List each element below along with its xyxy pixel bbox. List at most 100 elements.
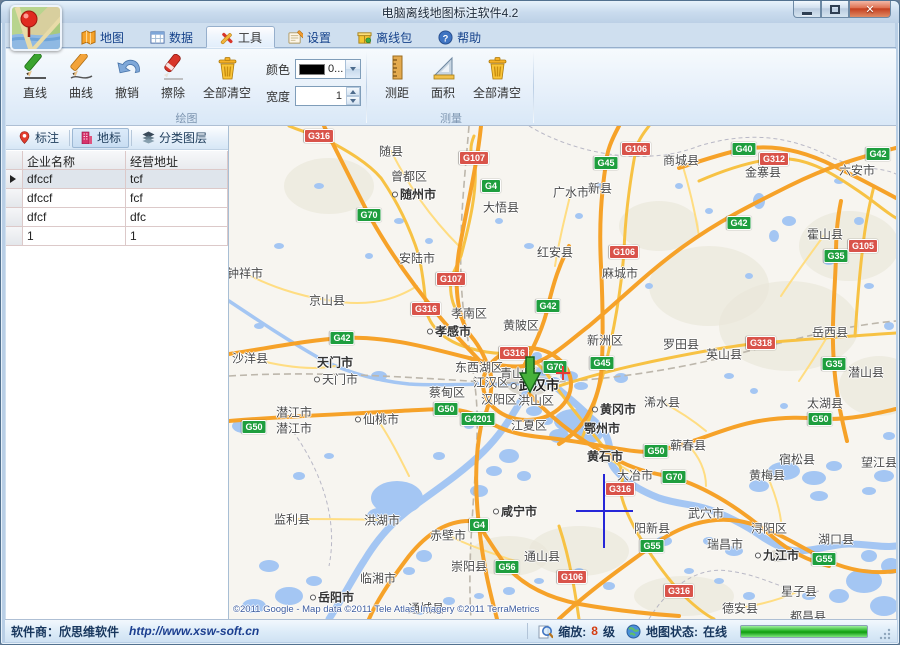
row-selector[interactable] xyxy=(6,208,23,227)
sidebar-tab-landmarks[interactable]: 地标 xyxy=(72,128,129,148)
table-row[interactable]: dfcf dfc xyxy=(6,208,228,227)
table-row[interactable]: dfccf tcf xyxy=(6,170,228,189)
minimize-icon xyxy=(802,12,812,15)
clear-all-measure-button[interactable]: 全部清空 xyxy=(466,51,528,101)
measure-distance-button[interactable]: 测距 xyxy=(374,51,420,101)
road-shield: G42 xyxy=(329,331,354,345)
clear-all-draw-button[interactable]: 全部清空 xyxy=(196,51,258,101)
road-shield: G55 xyxy=(639,539,664,553)
cell-name[interactable]: 1 xyxy=(23,227,126,246)
cell-address[interactable]: tcf xyxy=(126,170,228,189)
erase-button[interactable]: 擦除 xyxy=(150,51,196,101)
map-label: 洪湖市 xyxy=(364,512,400,529)
spin-down-icon xyxy=(350,99,356,103)
vendor-url[interactable]: http://www.xsw-soft.cn xyxy=(129,624,259,638)
map-label: 望江县 xyxy=(861,454,896,471)
table-icon xyxy=(150,30,165,45)
road-shield: G316 xyxy=(411,302,441,316)
row-selector[interactable] xyxy=(6,189,23,208)
maximize-button[interactable] xyxy=(821,1,849,18)
measure-area-button[interactable]: 面积 xyxy=(420,51,466,101)
tab-tools[interactable]: 工具 xyxy=(206,26,275,48)
cell-address[interactable]: dfc xyxy=(126,208,228,227)
color-dropdown-button[interactable] xyxy=(345,60,360,78)
column-header-name[interactable]: 企业名称 xyxy=(23,151,126,170)
map-status-label: 地图状态: xyxy=(646,623,698,640)
tab-data-label: 数据 xyxy=(169,29,193,46)
road-shield: G316 xyxy=(304,129,334,143)
map-label: 钟祥市 xyxy=(229,265,263,282)
column-header-address[interactable]: 经营地址 xyxy=(126,151,228,170)
table-row[interactable]: dfccf fcf xyxy=(6,189,228,208)
map-label: 孝感市 xyxy=(427,323,471,340)
tab-help[interactable]: ? 帮助 xyxy=(425,26,494,48)
width-down-button[interactable] xyxy=(346,96,360,105)
undo-icon xyxy=(114,54,141,81)
erase-label: 擦除 xyxy=(161,84,185,101)
tab-data[interactable]: 数据 xyxy=(137,26,206,48)
map-label: 大冶市 xyxy=(617,467,653,484)
map-icon xyxy=(81,30,96,45)
green-arrow-marker[interactable] xyxy=(518,355,542,395)
map-label: 安陆市 xyxy=(399,250,435,267)
sidebar-tab-annotations[interactable]: 标注 xyxy=(10,128,67,148)
zoom-label: 缩放: xyxy=(558,623,586,640)
line-pencil-icon xyxy=(22,54,49,81)
set-square-icon xyxy=(430,54,457,81)
resize-grip[interactable] xyxy=(879,628,891,640)
map-label: 曾都区 xyxy=(391,168,427,185)
map-label: 赤壁市 xyxy=(430,527,466,544)
sidebar: 标注 地标 分类图层 企业名称 经营地址 dfccf tcf xyxy=(6,126,229,619)
map-label: 罗田县 xyxy=(663,336,699,353)
map-label: 黄冈市 xyxy=(592,401,636,418)
close-button[interactable]: ✕ xyxy=(849,1,891,18)
undo-label: 撤销 xyxy=(115,84,139,101)
map-label: 六安市 xyxy=(839,162,875,179)
row-selector[interactable] xyxy=(6,227,23,246)
map-label: 浠水县 xyxy=(644,394,680,411)
cell-name[interactable]: dfcf xyxy=(23,208,126,227)
line-tool-button[interactable]: 直线 xyxy=(12,51,58,101)
tab-offline-package[interactable]: 离线包 xyxy=(344,26,425,48)
table-row[interactable]: 1 1 xyxy=(6,227,228,246)
color-swatch xyxy=(299,64,325,75)
settings-icon xyxy=(288,30,303,45)
tab-map[interactable]: 地图 xyxy=(68,26,137,48)
cell-name[interactable]: dfccf xyxy=(23,189,126,208)
color-value: 0... xyxy=(325,63,345,75)
width-stepper[interactable]: 1 xyxy=(295,86,361,106)
tools-icon xyxy=(219,30,234,45)
curve-tool-button[interactable]: 曲线 xyxy=(58,51,104,101)
undo-button[interactable]: 撤销 xyxy=(104,51,150,101)
ruler-icon xyxy=(384,54,411,81)
map-viewport[interactable]: 随县 曾都区 随州市 广水市 大悟县 新县 商城县 金寨县 六安市 霍山县 麻城… xyxy=(229,126,896,619)
map-label: 太湖县 xyxy=(807,395,843,412)
cell-address[interactable]: 1 xyxy=(126,227,228,246)
cell-name[interactable]: dfccf xyxy=(23,170,126,189)
color-label: 颜色 xyxy=(266,61,290,78)
pin-icon xyxy=(18,131,31,144)
road-shield: G70 xyxy=(661,470,686,484)
map-label: 鄂州市 xyxy=(584,420,620,437)
sidebar-tab-layers[interactable]: 分类图层 xyxy=(134,128,215,148)
app-logo-icon[interactable] xyxy=(10,5,62,51)
road-shield: G106 xyxy=(557,570,587,584)
trash-icon xyxy=(484,54,511,81)
road-shield: G50 xyxy=(643,444,668,458)
ribbon-tab-row: 地图 数据 工具 设置 离线包 ? 帮助 xyxy=(6,23,896,48)
map-label: 随县 xyxy=(379,143,403,160)
road-shield: G316 xyxy=(664,584,694,598)
title-bar[interactable]: 电脑离线地图标注软件4.2 ✕ xyxy=(1,1,899,23)
cell-address[interactable]: fcf xyxy=(126,189,228,208)
row-selector[interactable] xyxy=(6,170,23,189)
road-shield: G107 xyxy=(459,151,489,165)
separator xyxy=(131,130,132,146)
tab-settings[interactable]: 设置 xyxy=(275,26,344,48)
road-shield: G42 xyxy=(535,299,560,313)
spin-up-icon xyxy=(350,90,356,94)
minimize-button[interactable] xyxy=(793,1,821,18)
color-dropdown[interactable]: 0... xyxy=(295,59,361,79)
width-up-button[interactable] xyxy=(346,87,360,96)
map-label: 德安县 xyxy=(722,600,758,617)
map-label: 宿松县 xyxy=(779,451,815,468)
